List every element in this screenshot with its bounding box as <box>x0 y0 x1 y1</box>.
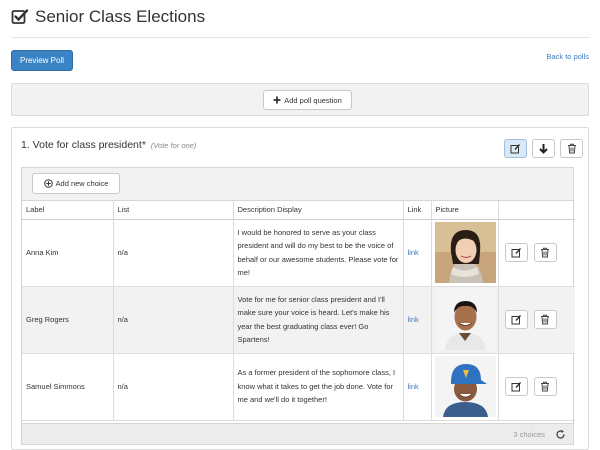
edit-icon <box>510 144 521 154</box>
question-title: 1. Vote for class president* (Vote for o… <box>21 139 196 151</box>
choice-description: I would be honored to serve as your clas… <box>233 219 404 287</box>
trash-icon <box>541 247 549 258</box>
edit-question-button[interactable] <box>504 139 527 158</box>
divider <box>11 37 590 38</box>
choices-table: Label List Description Display Link Pict… <box>22 201 575 421</box>
choices-count: 3 choices <box>513 430 545 439</box>
row-actions <box>503 377 576 396</box>
delete-choice-button[interactable] <box>533 243 557 262</box>
add-new-choice-label: Add new choice <box>55 179 109 188</box>
edit-icon <box>511 382 521 392</box>
row-actions <box>503 310 576 329</box>
column-header-list: List <box>113 201 234 220</box>
column-header-link: Link <box>403 201 432 220</box>
choice-link[interactable]: link <box>408 382 419 391</box>
delete-choice-button[interactable] <box>533 310 557 329</box>
row-actions <box>503 243 576 262</box>
column-header-label: Label <box>22 201 114 220</box>
table-row: Greg Rogers n/a Vote for me for senior c… <box>22 286 576 354</box>
refresh-icon[interactable] <box>555 429 566 440</box>
arrow-down-icon <box>539 144 548 154</box>
edit-choice-button[interactable] <box>504 310 528 329</box>
question-hint: (Vote for one) <box>150 141 197 150</box>
page-title: Senior Class Elections <box>35 7 206 26</box>
table-row: Samuel Simmons n/a As a former president… <box>22 353 576 421</box>
trash-icon <box>541 314 549 325</box>
column-header-picture: Picture <box>431 201 499 220</box>
choice-list: n/a <box>113 286 234 354</box>
trash-icon <box>541 381 549 392</box>
back-to-polls-link[interactable]: Back to polls <box>546 52 589 61</box>
choice-label: Anna Kim <box>22 219 114 287</box>
candidate-photo <box>434 289 496 350</box>
table-header-row: Label List Description Display Link Pict… <box>22 201 575 220</box>
add-poll-question-button[interactable]: Add poll question <box>263 90 352 110</box>
choices-table-panel: Add new choice Label List Description Di… <box>21 167 575 445</box>
edit-icon <box>511 315 521 325</box>
plus-icon <box>273 96 281 104</box>
check-square-icon <box>11 9 29 24</box>
edit-choice-button[interactable] <box>504 243 528 262</box>
choice-list: n/a <box>113 219 234 287</box>
delete-question-button[interactable] <box>560 139 583 158</box>
edit-icon <box>511 248 521 258</box>
question-actions <box>504 139 583 158</box>
question-panel: 1. Vote for class president* (Vote for o… <box>11 127 589 450</box>
table-footer: 3 choices <box>22 423 573 444</box>
question-title-text: 1. Vote for class president* <box>21 139 146 151</box>
choices-toolbar: Add new choice <box>22 168 573 201</box>
trash-icon <box>567 143 576 154</box>
add-poll-question-label: Add poll question <box>284 95 342 105</box>
choice-description: Vote for me for senior class president a… <box>233 286 404 354</box>
delete-choice-button[interactable] <box>533 377 557 396</box>
add-question-bar: Add poll question <box>11 83 589 116</box>
add-new-choice-button[interactable]: Add new choice <box>32 173 120 194</box>
candidate-photo <box>434 222 496 283</box>
choice-description: As a former president of the sophomore c… <box>233 353 404 421</box>
table-row: Anna Kim n/a I would be honored to serve… <box>22 219 576 287</box>
choice-label: Greg Rogers <box>22 286 114 354</box>
move-down-button[interactable] <box>532 139 555 158</box>
choice-label: Samuel Simmons <box>22 353 114 421</box>
page-header: Senior Class Elections <box>11 7 205 27</box>
column-header-actions <box>498 201 575 220</box>
edit-choice-button[interactable] <box>504 377 528 396</box>
choice-link[interactable]: link <box>408 248 419 257</box>
choice-list: n/a <box>113 353 234 421</box>
column-header-description: Description Display <box>233 201 404 220</box>
candidate-photo <box>434 356 496 417</box>
choice-link[interactable]: link <box>408 315 419 324</box>
preview-poll-button[interactable]: Preview Poll <box>11 50 73 71</box>
plus-circle-icon <box>43 179 53 188</box>
